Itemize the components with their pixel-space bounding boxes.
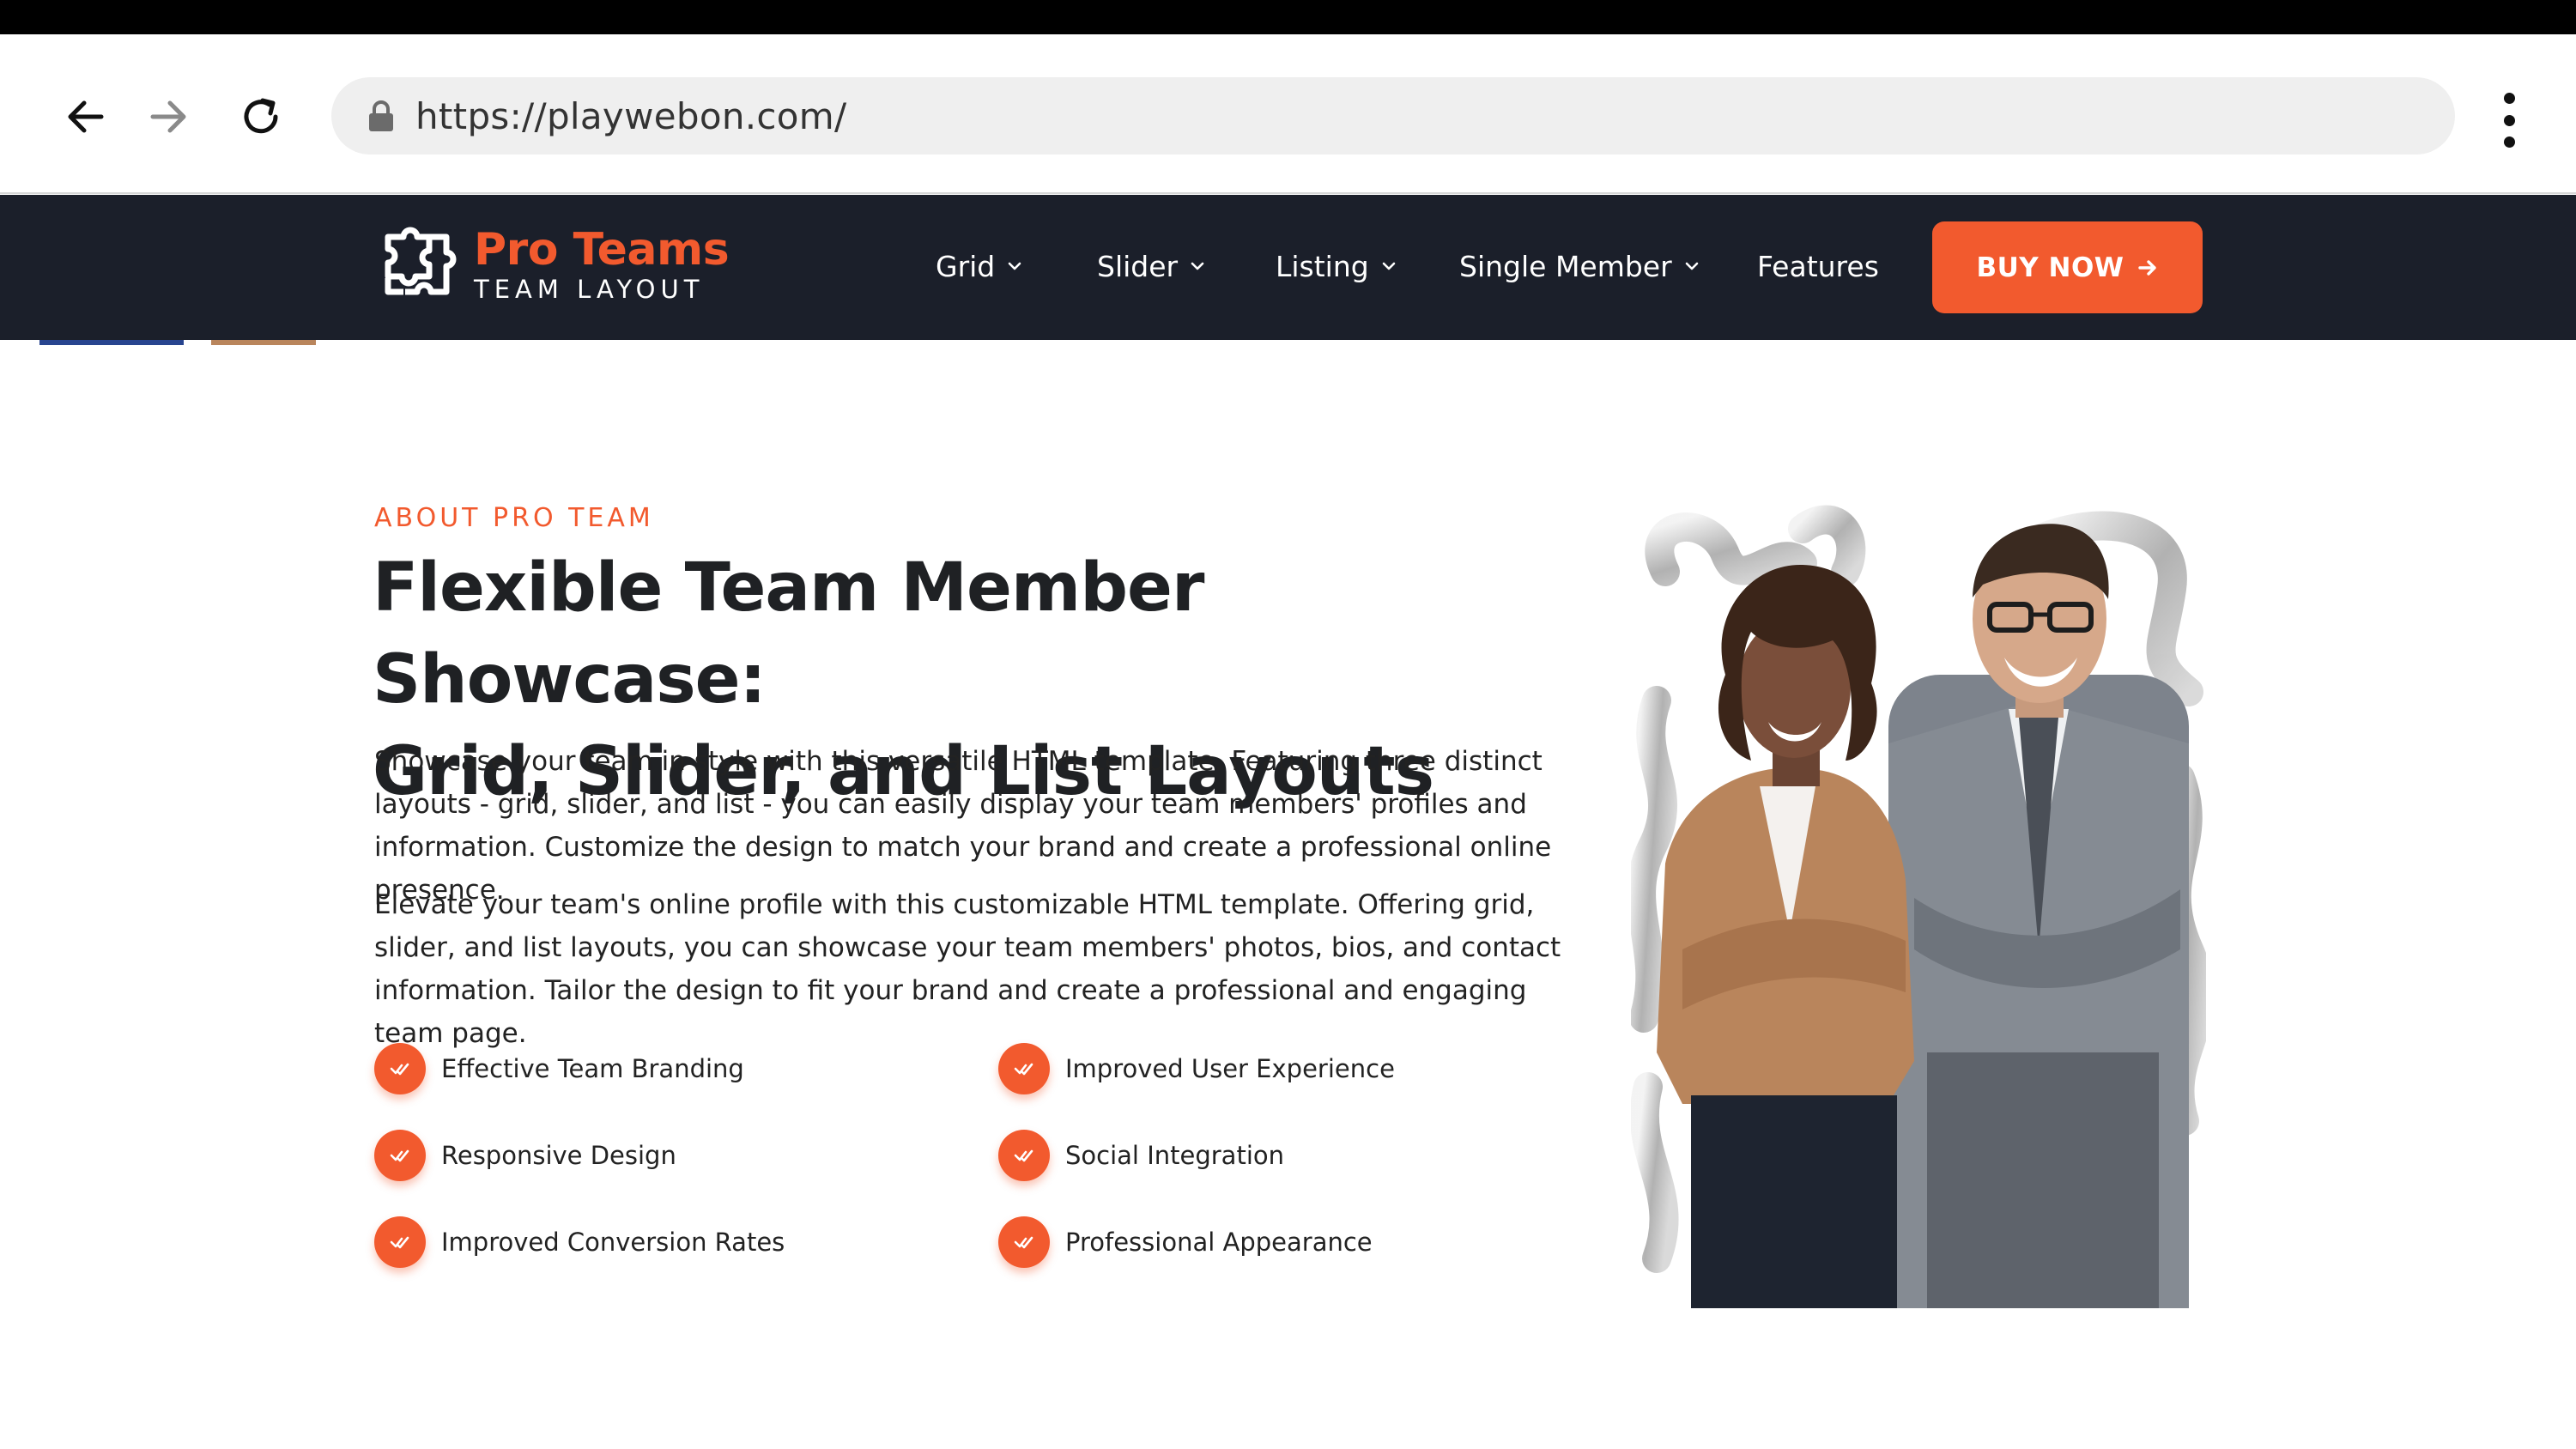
section-eyebrow: ABOUT PRO TEAM — [374, 503, 654, 533]
chevron-down-icon — [1685, 262, 1698, 270]
feature-label: Responsive Design — [441, 1141, 676, 1170]
feature-item: Improved User Experience — [998, 1041, 1395, 1096]
double-check-icon — [998, 1216, 1050, 1268]
more-dots-icon — [2503, 93, 2515, 104]
feature-item: Improved Conversion Rates — [374, 1215, 785, 1270]
reload-button[interactable] — [227, 82, 295, 151]
browser-menu-button[interactable] — [2488, 86, 2531, 155]
content-peek-bar — [211, 340, 316, 345]
nav-label: Listing — [1276, 249, 1369, 283]
nav-slider[interactable]: Slider — [1097, 240, 1207, 292]
double-check-icon — [998, 1043, 1050, 1094]
nav-label: Features — [1757, 249, 1879, 283]
buy-now-label: BUY NOW — [1976, 252, 2124, 283]
address-bar[interactable]: https://playwebon.com/ — [331, 77, 2455, 155]
feature-item: Professional Appearance — [998, 1215, 1373, 1270]
feature-label: Social Integration — [1065, 1141, 1284, 1170]
team-photo — [1631, 505, 2206, 1308]
arrow-right-icon — [2137, 259, 2156, 276]
content-peek-bar — [39, 340, 184, 345]
nav-label: Slider — [1097, 249, 1179, 283]
double-check-icon — [374, 1130, 426, 1181]
feature-label: Improved Conversion Rates — [441, 1228, 785, 1257]
nav-single-member[interactable]: Single Member — [1459, 240, 1701, 292]
logo-subtitle: TEAM LAYOUT — [474, 275, 705, 304]
url-text: https://playwebon.com/ — [415, 94, 847, 137]
buy-now-button[interactable]: BUY NOW — [1932, 221, 2203, 313]
lock-icon — [369, 100, 393, 131]
feature-item: Effective Team Branding — [374, 1041, 744, 1096]
browser-toolbar: https://playwebon.com/ — [0, 34, 2576, 194]
double-check-icon — [374, 1216, 426, 1268]
feature-item: Responsive Design — [374, 1128, 676, 1183]
man-figure — [1888, 524, 2189, 1308]
nav-label: Single Member — [1459, 249, 1672, 283]
chevron-down-icon — [1191, 262, 1204, 270]
feature-label: Improved User Experience — [1065, 1054, 1395, 1083]
logo-title: Pro Teams — [474, 224, 730, 276]
puzzle-logo-icon — [385, 227, 457, 295]
nav-listing[interactable]: Listing — [1276, 240, 1398, 292]
chevron-down-icon — [1008, 262, 1021, 270]
back-button[interactable] — [52, 82, 120, 151]
nav-features[interactable]: Features — [1757, 240, 1879, 292]
detail-paragraph: Elevate your team's online profile with … — [374, 889, 1561, 1049]
feature-label: Effective Team Branding — [441, 1054, 744, 1083]
nav-grid[interactable]: Grid — [936, 240, 1024, 292]
forward-button[interactable] — [134, 82, 203, 151]
site-logo[interactable]: Pro Teams TEAM LAYOUT — [373, 218, 730, 311]
woman-figure — [1657, 564, 1914, 1308]
arrow-right-icon — [150, 100, 186, 133]
headline-line: Flexible Team Member Showcase: — [373, 549, 1204, 718]
double-check-icon — [998, 1130, 1050, 1181]
device-status-strip — [0, 0, 2576, 34]
nav-label: Grid — [936, 249, 996, 283]
reload-icon — [244, 98, 278, 134]
feature-item: Social Integration — [998, 1128, 1284, 1183]
double-check-icon — [374, 1043, 426, 1094]
chevron-down-icon — [1382, 262, 1396, 270]
feature-label: Professional Appearance — [1065, 1228, 1373, 1257]
arrow-left-icon — [68, 100, 104, 133]
